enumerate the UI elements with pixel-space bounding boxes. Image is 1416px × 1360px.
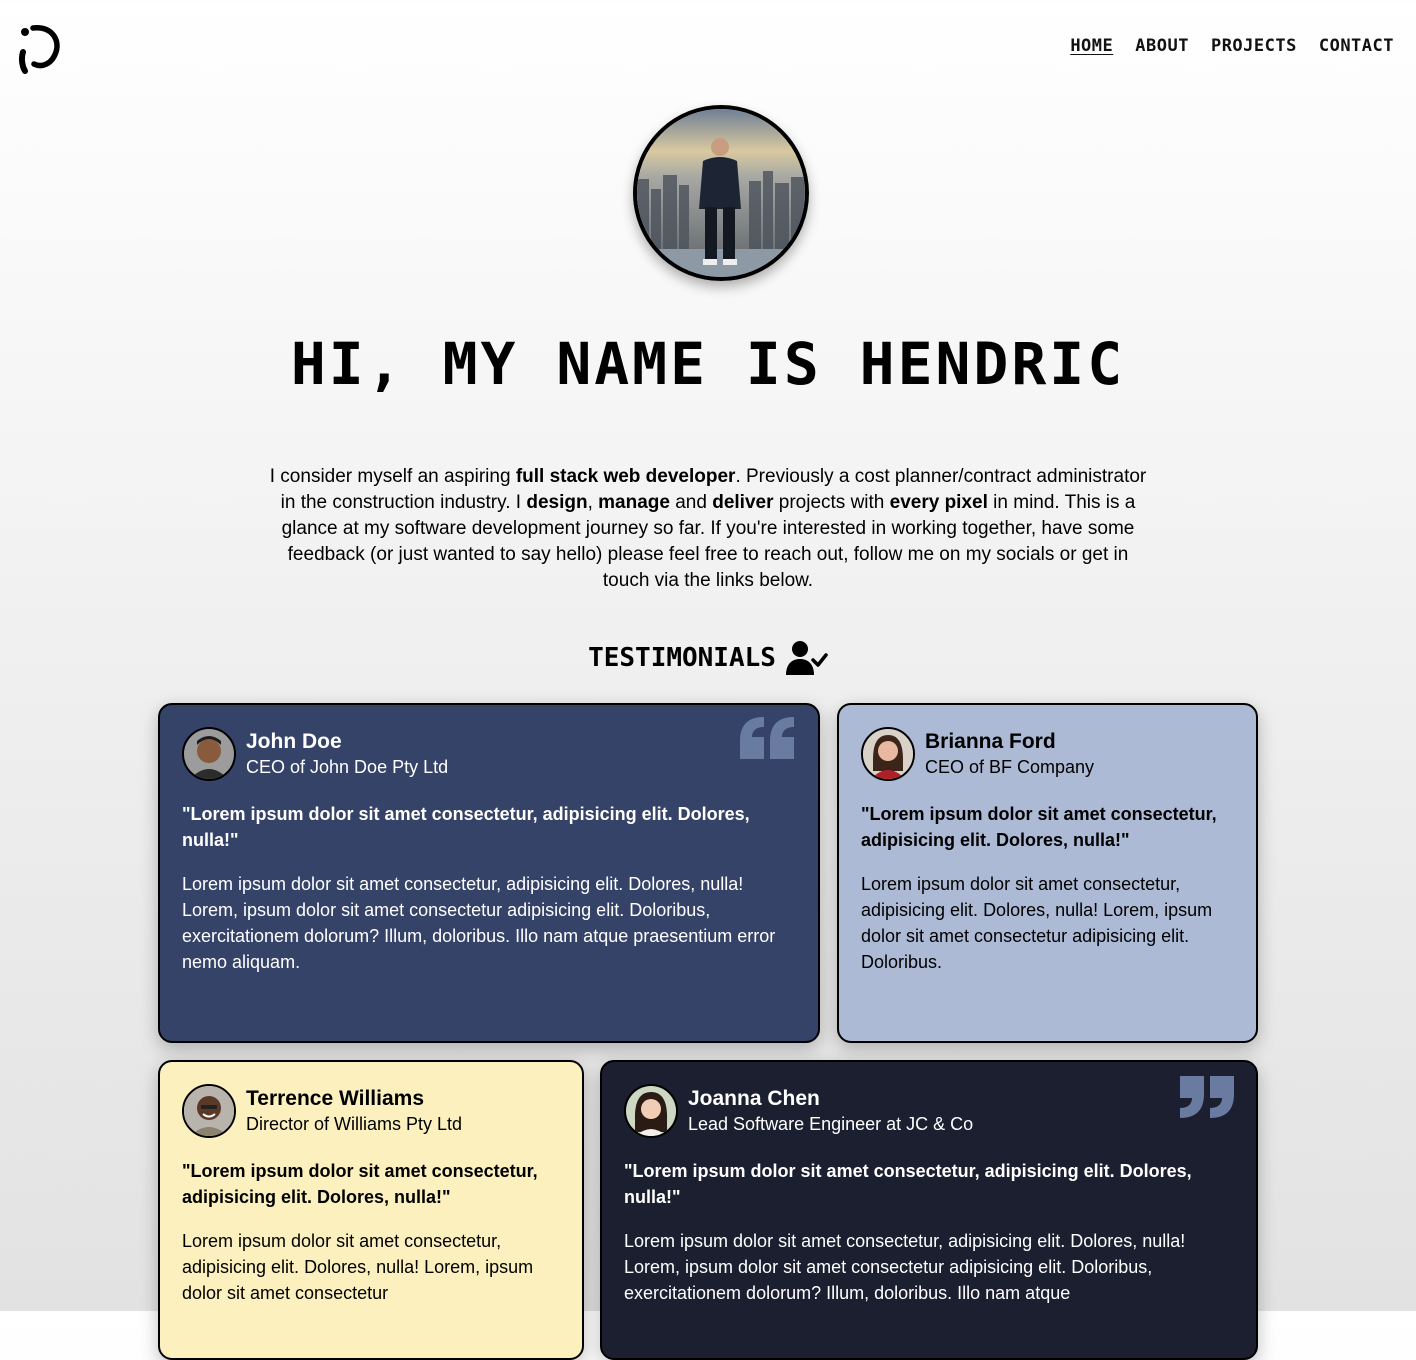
testimonial-body: Lorem ipsum dolor sit amet consectetur, …	[182, 1231, 534, 1303]
testimonial-quote: "Lorem ipsum dolor sit amet consectetur,…	[182, 804, 750, 850]
profile-photo	[633, 105, 809, 281]
hero-title: HI, MY NAME IS HENDRIC	[290, 330, 1126, 398]
testimonial-quote: "Lorem ipsum dolor sit amet consectetur,…	[624, 1161, 1192, 1207]
testimonial-body: Lorem ipsum dolor sit amet consectetur, …	[624, 1231, 1186, 1303]
avatar	[624, 1084, 678, 1138]
testimonials-title: TESTIMONIALS	[588, 643, 776, 673]
testimonial-card-brianna-ford: Brianna Ford CEO of BF Company "Lorem ip…	[837, 703, 1258, 1043]
reviewer-name: Brianna Ford	[925, 730, 1056, 753]
reviewer-role: CEO of BF Company	[925, 757, 1095, 777]
site-logo[interactable]	[18, 22, 62, 74]
reviewer-name: Joanna Chen	[688, 1087, 820, 1110]
reviewer-role: CEO of John Doe Pty Ltd	[246, 757, 449, 777]
reviewer-name: Terrence Williams	[246, 1087, 424, 1110]
testimonial-body: Lorem ipsum dolor sit amet consectetur, …	[182, 874, 776, 972]
testimonial-quote: "Lorem ipsum dolor sit amet consectetur,…	[861, 804, 1217, 850]
avatar	[861, 727, 915, 781]
avatar	[182, 1084, 236, 1138]
nav-about-link[interactable]: ABOUT	[1135, 36, 1189, 56]
testimonials-heading: TESTIMONIALS	[0, 640, 1416, 676]
testimonial-body: Lorem ipsum dolor sit amet consectetur, …	[861, 874, 1213, 972]
reviewer-name: John Doe	[246, 730, 342, 753]
testimonial-card-john-doe: John Doe CEO of John Doe Pty Ltd "Lorem …	[158, 703, 820, 1043]
main-nav: HOME ABOUT PROJECTS CONTACT	[1070, 36, 1394, 56]
nav-contact-link[interactable]: CONTACT	[1319, 36, 1394, 56]
nav-projects-link[interactable]: PROJECTS	[1211, 36, 1297, 56]
intro-paragraph: I consider myself an aspiring full stack…	[269, 466, 1147, 591]
quote-open-icon	[740, 717, 794, 759]
reviewer-role: Director of Williams Pty Ltd	[246, 1114, 463, 1134]
testimonial-card-terrence-williams: Terrence Williams Director of Williams P…	[158, 1060, 584, 1360]
testimonial-card-joanna-chen: Joanna Chen Lead Software Engineer at JC…	[600, 1060, 1258, 1360]
quote-close-icon	[1180, 1076, 1234, 1118]
nav-home-link[interactable]: HOME	[1070, 36, 1113, 56]
testimonial-quote: "Lorem ipsum dolor sit amet consectetur,…	[182, 1161, 538, 1207]
reviewer-role: Lead Software Engineer at JC & Co	[688, 1114, 974, 1134]
avatar	[182, 727, 236, 781]
user-check-icon	[785, 641, 828, 675]
